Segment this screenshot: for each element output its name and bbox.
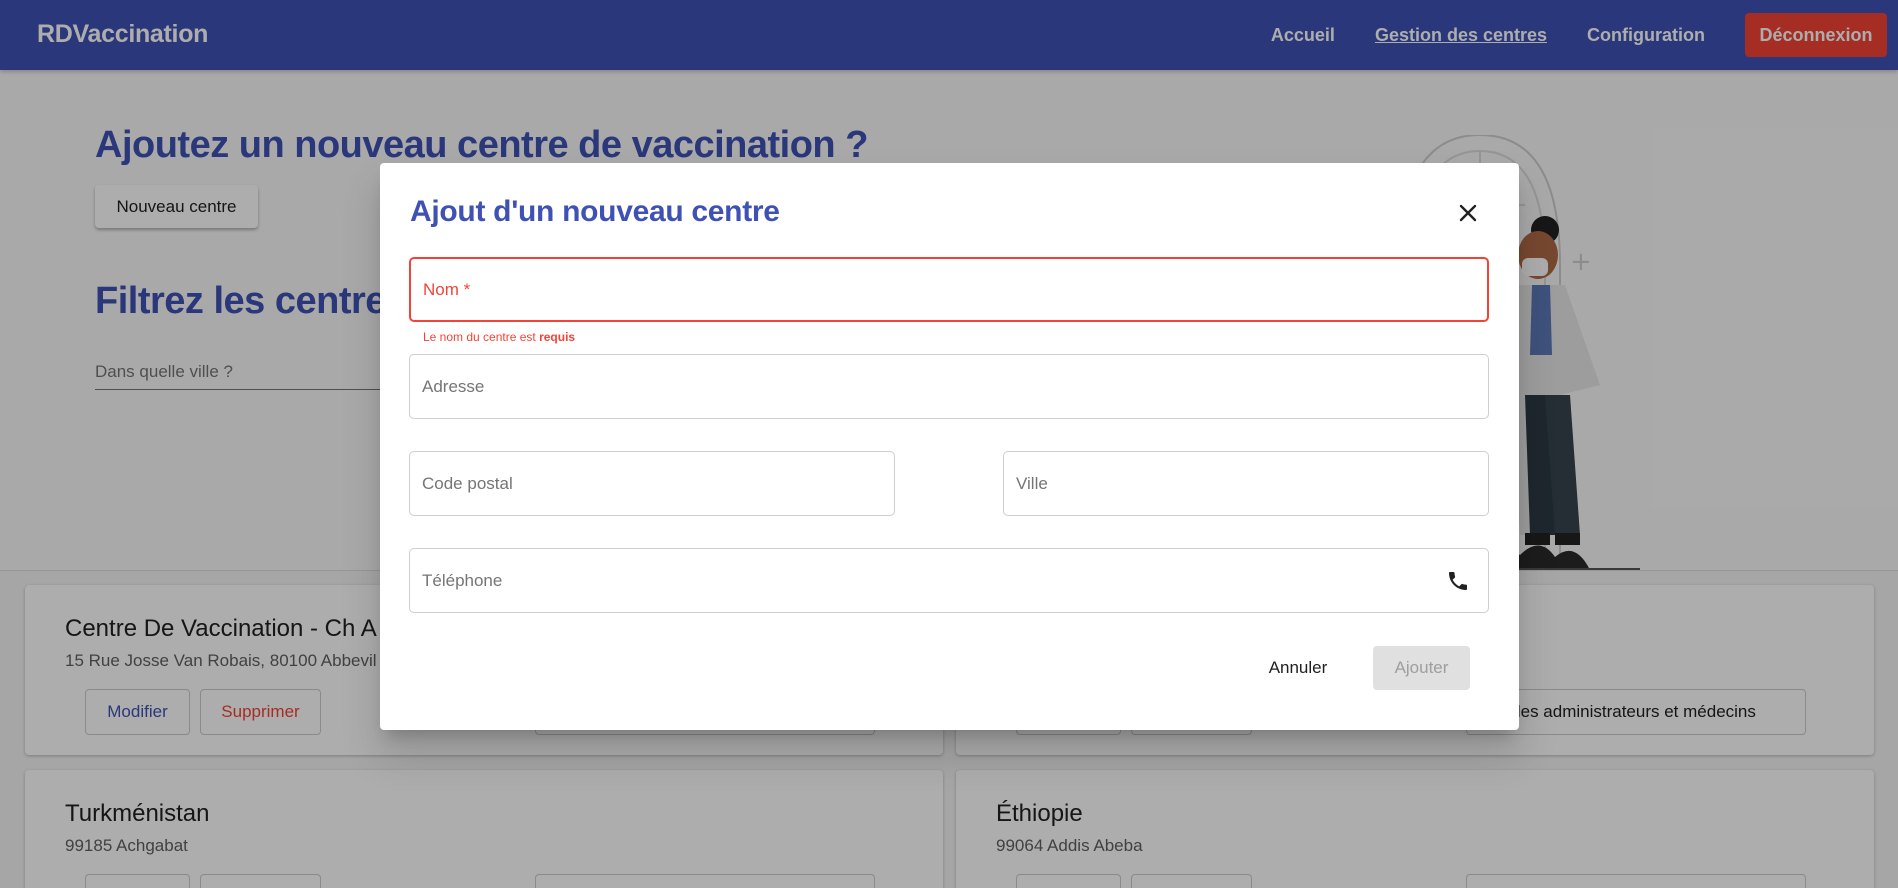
name-field-placeholder: Nom * bbox=[423, 279, 471, 299]
address-field[interactable]: Adresse bbox=[409, 354, 1489, 419]
postal-code-placeholder: Code postal bbox=[422, 473, 513, 493]
name-error-message: Le nom du centre est requis bbox=[423, 330, 576, 344]
postal-code-field[interactable]: Code postal bbox=[409, 451, 895, 516]
city-field-placeholder: Ville bbox=[1016, 473, 1048, 493]
name-field[interactable]: Nom * bbox=[409, 257, 1489, 322]
city-field[interactable]: Ville bbox=[1003, 451, 1489, 516]
close-icon[interactable] bbox=[1454, 199, 1482, 227]
address-field-placeholder: Adresse bbox=[422, 376, 485, 396]
add-button[interactable]: Ajouter bbox=[1373, 646, 1470, 690]
cancel-button[interactable]: Annuler bbox=[1250, 646, 1346, 690]
add-center-dialog: Ajout d'un nouveau centre Nom * Le nom d… bbox=[380, 163, 1519, 730]
phone-field-placeholder: Téléphone bbox=[422, 570, 503, 590]
dialog-title: Ajout d'un nouveau centre bbox=[410, 195, 780, 228]
phone-icon bbox=[1449, 571, 1467, 590]
phone-field[interactable]: Téléphone bbox=[409, 548, 1489, 613]
